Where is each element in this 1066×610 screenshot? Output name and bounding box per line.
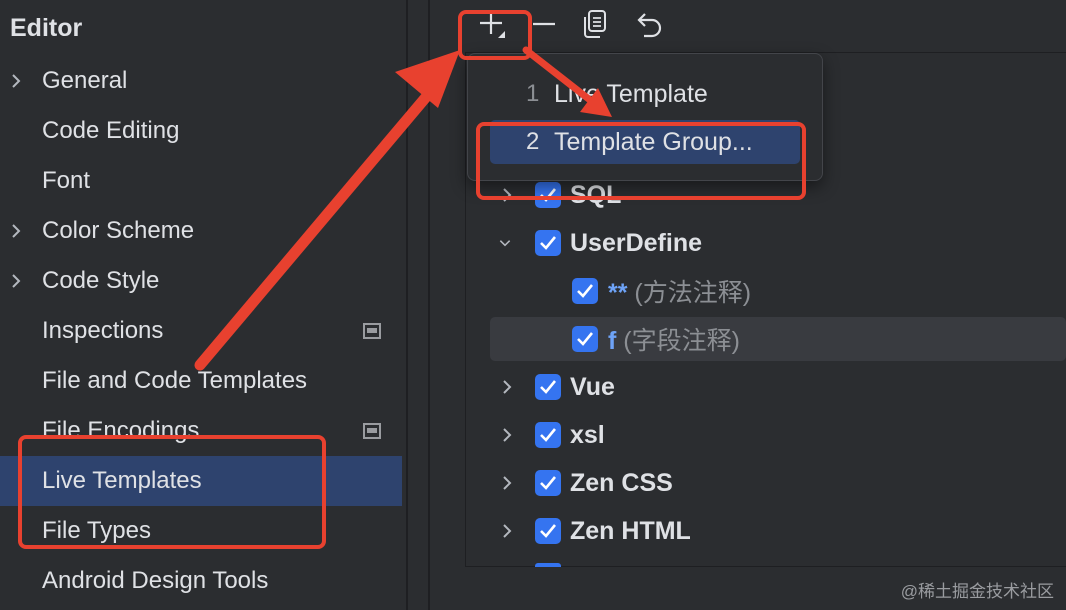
sidebar-item-label: Code Editing <box>42 117 180 144</box>
menu-item-live-template[interactable]: 1 Live Template <box>490 72 800 116</box>
restore-button[interactable] <box>632 8 666 44</box>
tree-group-label: UserDefine <box>570 228 702 257</box>
sidebar-item-label: Inspections <box>42 317 164 344</box>
project-settings-icon <box>363 323 381 339</box>
tree-group-label: Vue <box>570 372 615 401</box>
tree-group-label: xsl <box>570 420 605 449</box>
copy-icon <box>581 9 609 44</box>
splitter <box>408 0 428 610</box>
tree-group-row[interactable]: xsl <box>490 413 1066 457</box>
sidebar-item-label: Color Scheme <box>42 217 195 244</box>
checkbox[interactable] <box>572 278 598 304</box>
chevron-right-icon[interactable] <box>500 375 514 399</box>
template-label: f (字段注释) <box>608 321 740 357</box>
menu-item-number: 1 <box>526 80 540 107</box>
tree-group-row[interactable]: UserDefine <box>490 221 1066 265</box>
remove-button[interactable] <box>527 8 561 44</box>
template-description: (字段注释) <box>623 327 740 355</box>
tree-template-row[interactable]: ** (方法注释) <box>490 269 1066 313</box>
sidebar-item-label: Android Design Tools <box>42 567 269 594</box>
minus-icon <box>530 10 558 43</box>
template-abbreviation: ** <box>608 279 628 307</box>
sidebar-item-color-scheme[interactable]: Color Scheme <box>0 206 402 256</box>
tree-group-row[interactable]: Zen CSS <box>490 461 1066 505</box>
checkbox[interactable] <box>535 518 561 544</box>
checkbox[interactable] <box>535 230 561 256</box>
chevron-right-icon[interactable] <box>500 423 514 447</box>
chevron-right-icon[interactable] <box>10 269 22 293</box>
tree-border <box>465 52 466 567</box>
chevron-right-icon[interactable] <box>10 69 22 93</box>
highlight-box-template-group <box>476 122 806 200</box>
sidebar-item-inspections[interactable]: Inspections <box>0 306 402 356</box>
tree-group-label: Zen CSS <box>570 468 673 497</box>
sidebar-title: Editor <box>10 14 83 42</box>
template-label: ** (方法注释) <box>608 273 751 309</box>
tree-template-row[interactable]: f (字段注释) <box>490 317 1066 361</box>
sidebar-item-label: Code Style <box>42 267 160 294</box>
sidebar-item-code-style[interactable]: Code Style <box>0 256 402 306</box>
highlight-box-add-button <box>458 10 532 60</box>
sidebar-item-file-and-code-templates[interactable]: File and Code Templates <box>0 356 402 406</box>
sidebar-item-font[interactable]: Font <box>0 156 402 206</box>
project-settings-icon <box>363 423 381 439</box>
template-abbreviation: f <box>608 327 617 355</box>
sidebar-item-label: General <box>42 67 128 94</box>
checkbox[interactable] <box>572 326 598 352</box>
checkbox[interactable] <box>535 374 561 400</box>
chevron-down-icon[interactable] <box>498 231 512 255</box>
sidebar-item-android-design-tools[interactable]: Android Design Tools <box>0 556 402 606</box>
highlight-box-live-templates <box>18 435 326 549</box>
watermark: @稀土掘金技术社区 <box>900 582 1054 601</box>
chevron-right-icon[interactable] <box>10 219 22 243</box>
chevron-right-icon[interactable] <box>500 519 514 543</box>
template-description: (方法注释) <box>634 279 752 307</box>
tree-group-row[interactable]: Vue <box>490 365 1066 409</box>
sidebar-item-label: Font <box>42 167 91 194</box>
copy-button[interactable] <box>578 8 612 44</box>
checkbox[interactable] <box>535 563 561 567</box>
tree-group-row[interactable]: Zen HTML <box>490 509 1066 553</box>
sidebar-item-label: File and Code Templates <box>42 367 308 394</box>
undo-icon <box>634 10 664 43</box>
sidebar-item-code-editing[interactable]: Code Editing <box>0 106 402 156</box>
menu-item-label: Live Template <box>554 79 708 108</box>
checkbox[interactable] <box>535 422 561 448</box>
tree-group-label: Zen HTML <box>570 516 691 545</box>
sidebar-item-general[interactable]: General <box>0 56 402 106</box>
checkbox[interactable] <box>535 470 561 496</box>
chevron-right-icon[interactable] <box>500 471 514 495</box>
